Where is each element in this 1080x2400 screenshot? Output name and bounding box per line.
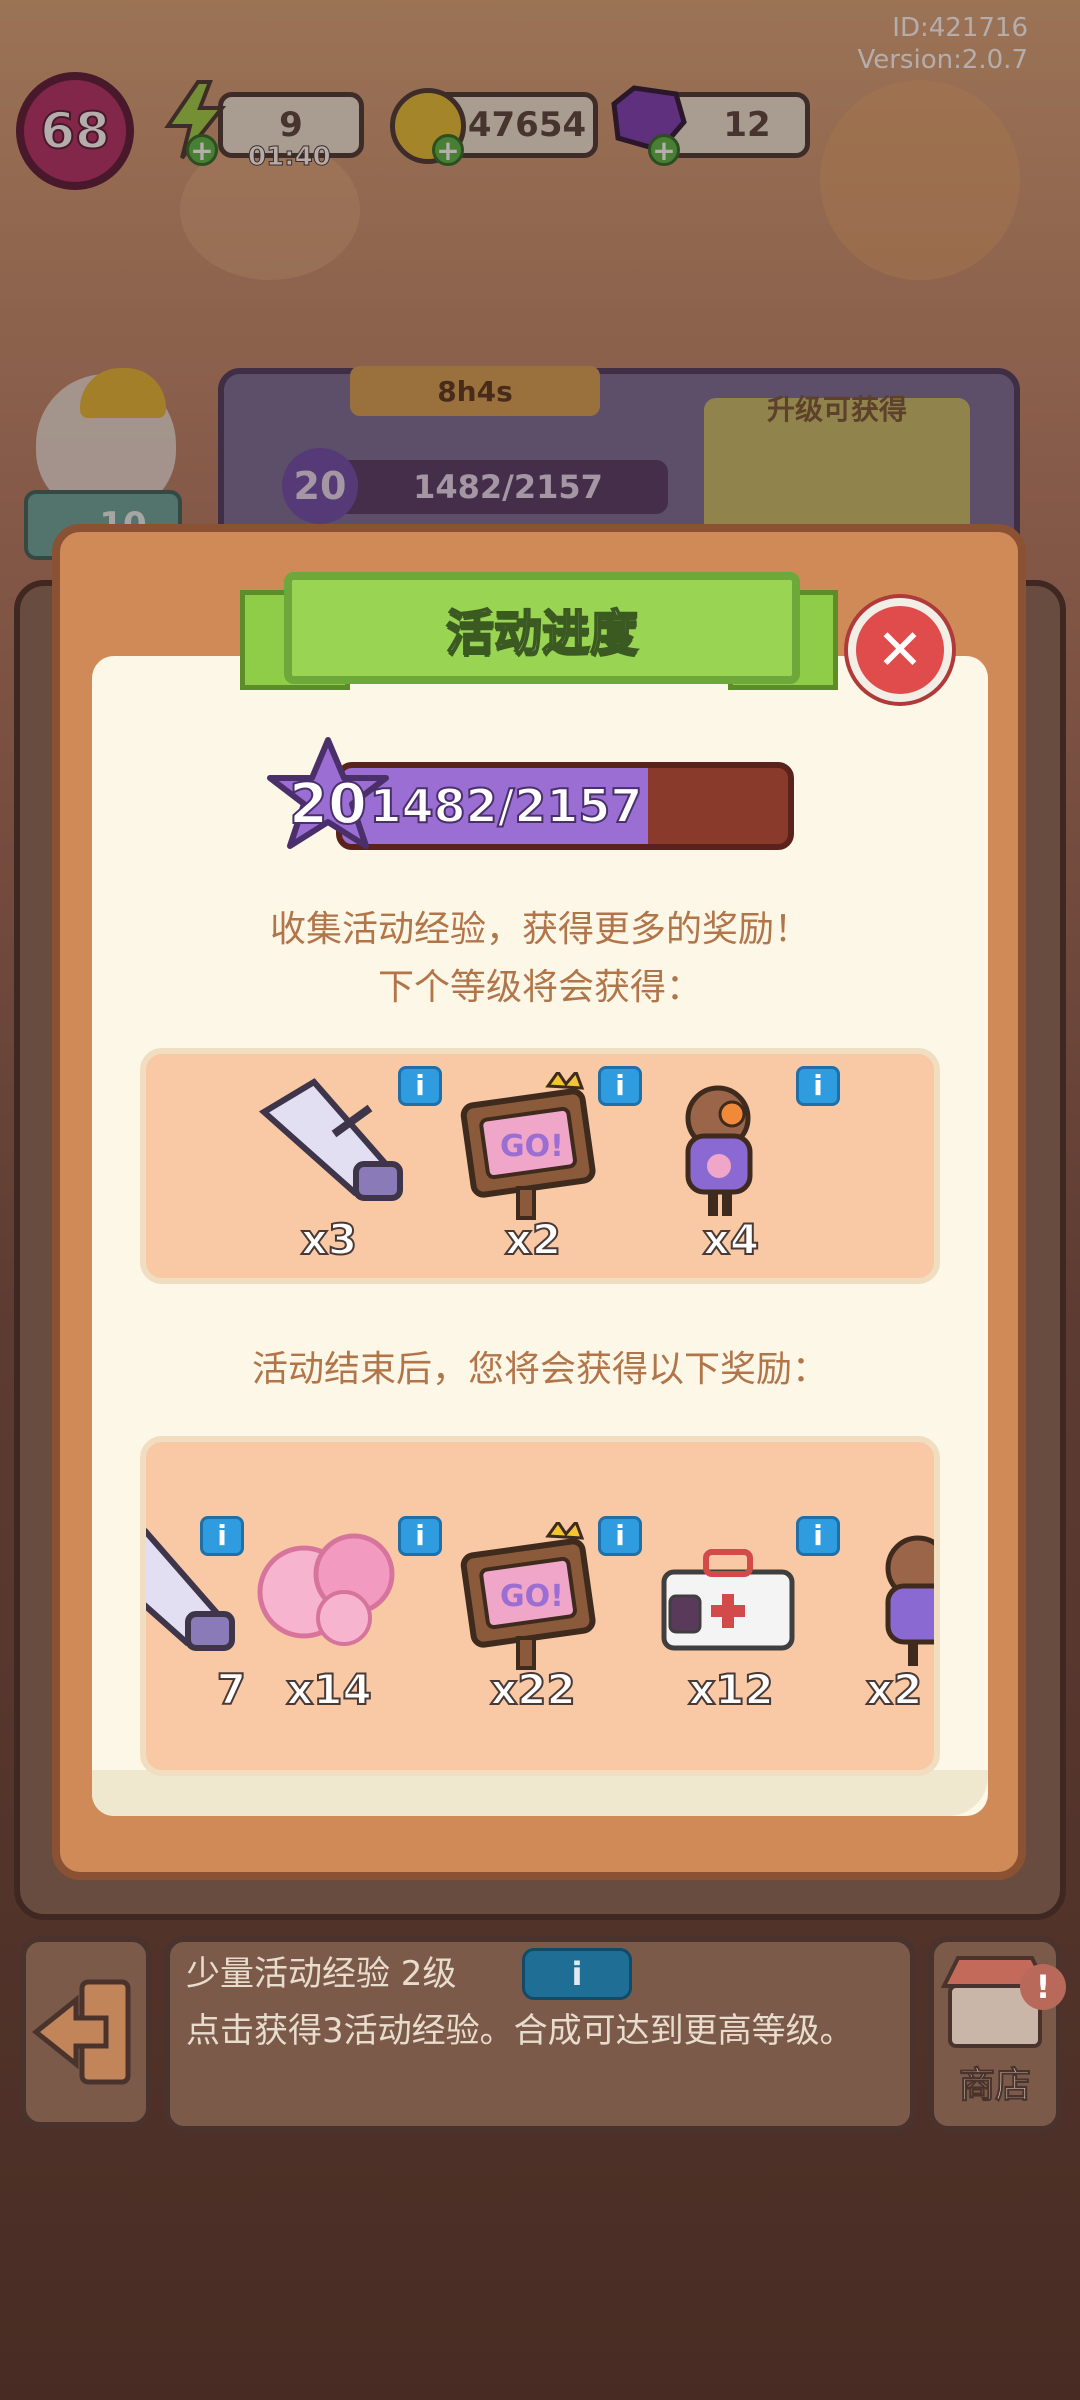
exit-icon — [31, 1979, 131, 2085]
reward-qty: x3 — [300, 1214, 358, 1265]
exit-button[interactable] — [20, 1936, 152, 2128]
reward-item-first-aid-kit[interactable]: x12 — [646, 1522, 816, 1715]
pom-pom-icon — [257, 1533, 395, 1646]
page-curl-decoration — [92, 1770, 988, 1816]
info-button[interactable]: i — [398, 1516, 442, 1556]
event-level-number: 20 — [288, 771, 368, 838]
item-info-button[interactable]: i — [522, 1948, 632, 2000]
close-button[interactable]: ✕ — [848, 598, 952, 702]
reward-qty: x22 — [489, 1664, 577, 1715]
info-button[interactable]: i — [796, 1516, 840, 1556]
basketball-player-icon — [885, 1535, 934, 1666]
reward-qty: x2 — [504, 1214, 562, 1265]
basketball-player-icon — [685, 1085, 753, 1216]
first-aid-kit-icon — [661, 1549, 795, 1651]
next-level-rewards: x3 i GO! x2 i x4 i — [140, 1048, 940, 1284]
close-icon: ✕ — [876, 617, 924, 683]
reward-qty: x2 — [865, 1664, 923, 1715]
svg-text:GO!: GO! — [500, 1579, 564, 1614]
end-rewards-carousel[interactable]: 7 i x14 i GO! x22 i x12 i x2 — [140, 1436, 940, 1776]
reward-item-go-sign[interactable]: GO! x2 — [448, 1069, 618, 1265]
info-button[interactable]: i — [398, 1066, 442, 1106]
info-button[interactable]: i — [598, 1066, 642, 1106]
reward-qty: x14 — [285, 1664, 373, 1715]
reward-item-go-sign[interactable]: GO! x22 — [448, 1519, 618, 1715]
description-line-2: 下个等级将会获得： — [377, 967, 702, 1008]
megaphone-icon — [258, 1078, 403, 1201]
go-sign-icon: GO! — [460, 1519, 596, 1670]
description-line-1: 收集活动经验，获得更多的奖励！ — [269, 909, 810, 950]
info-button[interactable]: i — [200, 1516, 244, 1556]
shop-label: 商店 — [958, 2065, 1031, 2107]
dialog-title: 活动进度 — [284, 572, 800, 684]
info-button[interactable]: i — [796, 1066, 840, 1106]
item-description: 点击获得3活动经验。合成可达到更高等级。 — [186, 2011, 854, 2051]
item-title: 少量活动经验 2级 — [186, 1954, 457, 1994]
end-rewards-label: 活动结束后，您将会获得以下奖励： — [251, 1349, 828, 1390]
reward-item-megaphone[interactable]: x3 — [244, 1072, 414, 1265]
info-icon: i — [571, 1955, 583, 1993]
info-button[interactable]: i — [598, 1516, 642, 1556]
reward-qty: x4 — [702, 1214, 760, 1265]
reward-item-basketball-player[interactable]: x4 — [646, 1072, 816, 1265]
reward-qty: 7 — [216, 1664, 247, 1715]
go-sign-icon: GO! — [460, 1069, 596, 1220]
shop-alert-icon: ! — [1020, 1964, 1066, 2010]
reward-item-basketball-player[interactable]: x2 — [846, 1522, 934, 1715]
svg-text:GO!: GO! — [500, 1129, 564, 1164]
reward-item-pom-pom[interactable]: x14 — [244, 1522, 414, 1715]
reward-qty: x12 — [687, 1664, 775, 1715]
